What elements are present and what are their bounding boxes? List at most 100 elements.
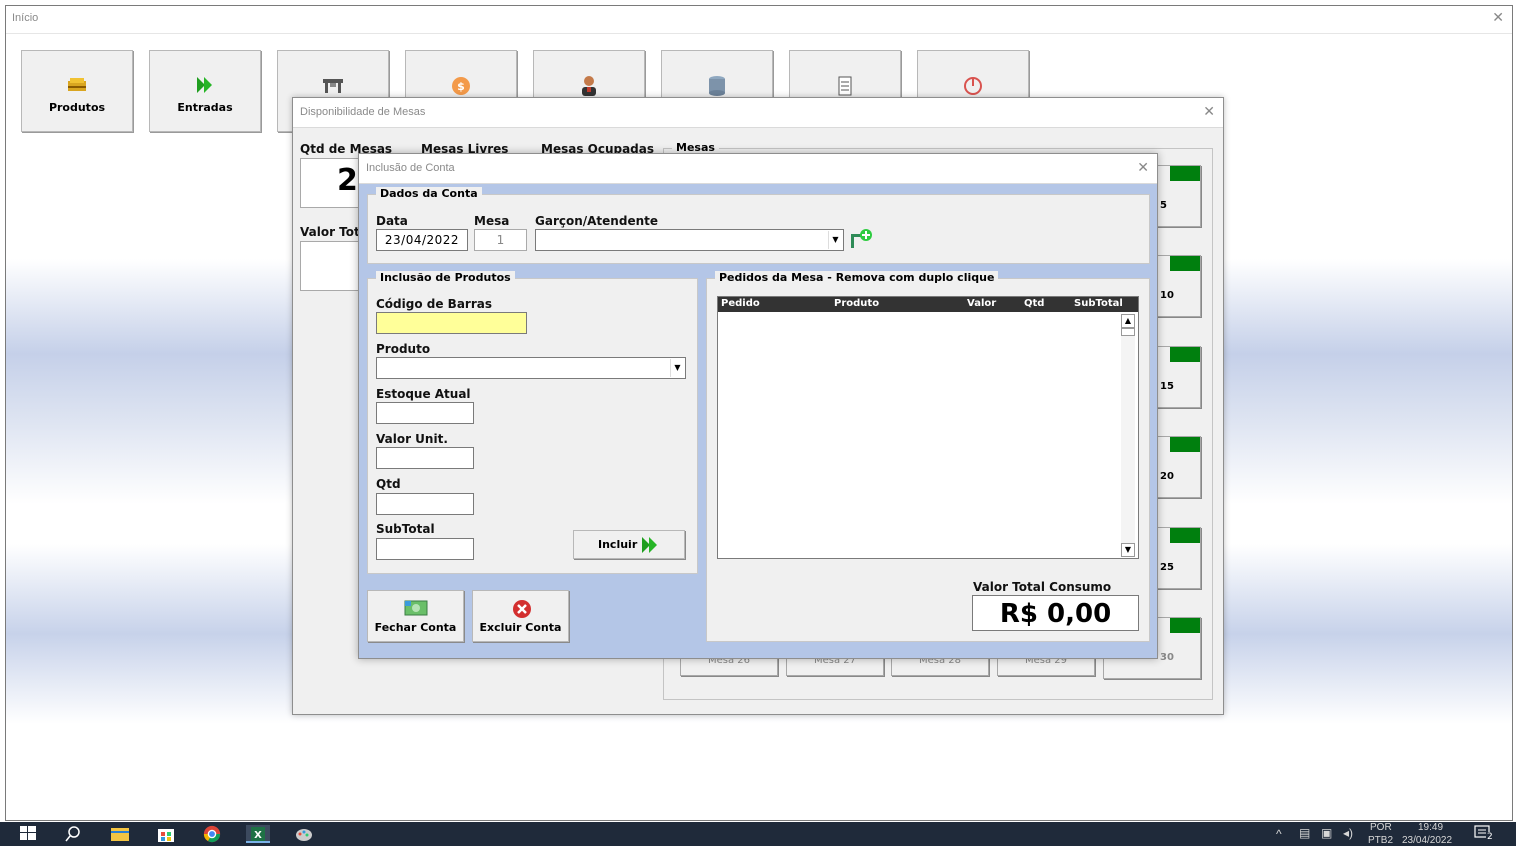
inclusao-titlebar: Inclusão de Conta ✕ [359,154,1157,184]
entradas-label: Entradas [177,101,233,114]
notification-count: 2 [1486,832,1494,842]
dados-conta-caption: Dados da Conta [376,187,482,200]
network-icon[interactable]: ▣ [1321,826,1332,840]
garcom-select[interactable]: ▼ [535,229,844,251]
scroll-down-icon[interactable]: ▼ [1121,543,1135,557]
estoque-atual-field[interactable] [376,402,474,424]
delete-icon [511,598,533,623]
mesa-number: 15 [1160,381,1174,392]
inclusao-title: Inclusão de Conta [366,162,455,174]
mesa-status-indicator [1170,347,1200,362]
notification-icon[interactable]: 2 [1474,825,1496,843]
entradas-button[interactable]: Entradas [149,50,261,132]
windows-start-icon[interactable] [20,825,36,843]
clock-time[interactable]: 19:49 [1418,822,1443,833]
disponibilidade-close-icon[interactable]: ✕ [1203,104,1215,120]
qtd-label: Qtd [376,477,401,491]
qtd-field[interactable] [376,493,474,515]
money-icon [22,75,132,97]
valor-unit-field[interactable] [376,447,474,469]
mesa-number: 10 [1160,290,1174,301]
scroll-up-icon[interactable]: ▲ [1121,314,1135,328]
svg-text:$: $ [457,80,465,93]
battery-icon[interactable]: ▤ [1299,826,1310,840]
excluir-conta-button[interactable]: Excluir Conta [472,590,569,642]
mesa-status-indicator [1170,166,1200,181]
data-field[interactable]: 23/04/2022 [376,229,468,251]
main-titlebar: Início ✕ [6,6,1512,34]
inclusao-close-icon[interactable]: ✕ [1137,160,1149,176]
chevron-down-icon[interactable]: ▼ [828,231,842,249]
volume-icon[interactable]: ◂) [1343,826,1353,840]
main-window-title: Início [12,12,39,24]
subtotal-field[interactable] [376,538,474,560]
data-value: 23/04/2022 [384,233,460,247]
language-bottom[interactable]: PTB2 [1368,835,1393,846]
svg-text:X: X [254,830,262,841]
cash-register-icon [404,599,428,620]
mesa-number: 20 [1160,471,1174,482]
col-produto: Produto [834,298,880,309]
codigo-barras-input[interactable] [376,312,527,334]
mesa-field[interactable]: 1 [474,229,527,251]
clock-date[interactable]: 23/04/2022 [1402,835,1452,846]
person-icon [534,75,644,97]
tray-chevron-up-icon[interactable]: ^ [1276,827,1282,841]
database-icon [662,75,772,97]
produto-select[interactable]: ▼ [376,357,686,379]
paint-icon[interactable] [294,825,314,843]
coin-icon: $ [406,75,516,97]
mesa-value: 1 [496,233,505,247]
pedidos-scrollbar[interactable]: ▲ ▼ [1121,314,1135,557]
mesa-number: 30 [1160,652,1174,663]
main-close-icon[interactable]: ✕ [1492,10,1504,26]
mesa-status-indicator [1170,528,1200,543]
col-valor: Valor [967,298,997,309]
incluir-label: Incluir [598,538,638,551]
mesa-number: 5 [1160,200,1167,211]
data-label: Data [376,214,408,228]
table-icon [278,75,388,97]
inclusao-conta-window: Inclusão de Conta ✕ Dados da Conta Data … [358,153,1158,659]
file-explorer-icon[interactable] [110,825,130,843]
valor-unit-label: Valor Unit. [376,432,448,446]
pedidos-listbox[interactable]: Pedido Produto Valor Qtd SubTotal ▲ ▼ [717,296,1139,559]
col-subtotal: SubTotal [1074,298,1123,309]
inclusao-produtos-caption: Inclusão de Produtos [376,271,515,284]
chrome-icon[interactable] [202,825,222,843]
disponibilidade-title: Disponibilidade de Mesas [300,106,426,118]
valor-total-consumo-field: R$ 0,00 [972,595,1139,631]
produto-label: Produto [376,342,431,356]
pedidos-frame: Pedidos da Mesa - Remova com duplo cliqu… [706,271,1150,642]
mesa-status-indicator [1170,618,1200,633]
valor-total-consumo-value: R$ 0,00 [999,599,1112,629]
mesa-status-indicator [1170,256,1200,271]
fechar-conta-button[interactable]: Fechar Conta [367,590,464,642]
produtos-label: Produtos [48,101,106,114]
scroll-thumb[interactable] [1121,328,1135,336]
report-icon [790,75,900,97]
dados-conta-frame: Dados da Conta Data 23/04/2022 Mesa 1 Ga… [367,187,1150,264]
pedidos-header: Pedido Produto Valor Qtd SubTotal [718,297,1138,312]
search-icon[interactable] [64,825,82,843]
taskbar: X ^ ▤ ▣ ◂) POR PTB2 19:49 23/04/2022 2 [0,822,1516,846]
mesa-status-indicator [1170,437,1200,452]
store-icon[interactable] [156,825,176,843]
pedidos-caption: Pedidos da Mesa - Remova com duplo cliqu… [715,271,999,284]
qtd-mesas-value: 2 [337,163,358,198]
mesa-label: Mesa [474,214,510,228]
produtos-button[interactable]: Produtos [21,50,133,132]
incluir-button[interactable]: Incluir [573,530,685,559]
forward-arrows-icon [640,535,662,558]
language-top[interactable]: POR [1370,822,1392,833]
add-garcom-icon[interactable] [849,228,873,250]
codigo-barras-label: Código de Barras [376,297,492,311]
excluir-conta-label: Excluir Conta [479,621,562,634]
disponibilidade-titlebar: Disponibilidade de Mesas ✕ [293,98,1223,128]
excel-icon[interactable]: X [246,825,270,843]
valor-total-box [300,241,360,291]
power-icon [918,75,1028,97]
forward-arrows-icon [150,75,260,97]
chevron-down-icon[interactable]: ▼ [670,359,684,377]
qtd-mesas-box: 2 [300,158,360,208]
